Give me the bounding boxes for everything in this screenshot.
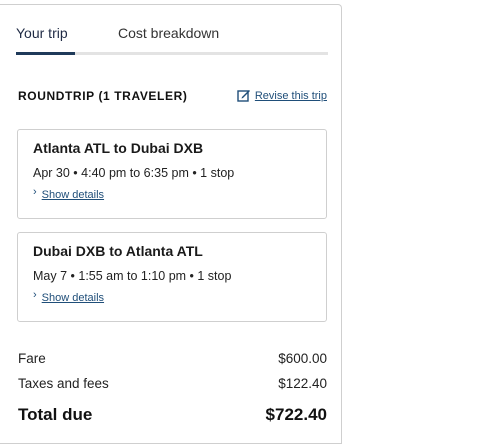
tab-cost-breakdown[interactable]: Cost breakdown: [118, 25, 219, 41]
chevron-right-icon: ›: [33, 186, 37, 198]
flight-card-return: Dubai DXB to Atlanta ATL May 7 • 1:55 am…: [17, 232, 327, 322]
trip-heading-row: ROUNDTRIP (1 TRAVELER) Revise this trip: [18, 87, 328, 107]
show-details-label: Show details: [41, 292, 105, 304]
show-details-label: Show details: [41, 189, 105, 201]
flight-route-title: Atlanta ATL to Dubai DXB: [33, 140, 204, 156]
flight-route-title: Dubai DXB to Atlanta ATL: [33, 243, 203, 259]
show-details-link[interactable]: › Show details: [33, 186, 105, 201]
trip-type-heading: ROUNDTRIP (1 TRAVELER): [18, 89, 188, 103]
edit-icon: [237, 90, 250, 102]
flight-card-outbound: Atlanta ATL to Dubai DXB Apr 30 • 4:40 p…: [17, 129, 327, 219]
revise-trip-link[interactable]: Revise this trip: [237, 88, 327, 102]
total-label: Total due: [18, 405, 93, 424]
flight-schedule-summary: Apr 30 • 4:40 pm to 6:35 pm • 1 stop: [33, 166, 235, 180]
fare-label: Fare: [18, 351, 46, 366]
flight-schedule-summary: May 7 • 1:55 am to 1:10 pm • 1 stop: [33, 269, 232, 283]
taxes-value: $122.40: [278, 376, 327, 391]
show-details-link[interactable]: › Show details: [33, 289, 105, 304]
fare-row: Fare $600.00: [18, 351, 327, 371]
revise-trip-label: Revise this trip: [254, 90, 327, 102]
chevron-right-icon: ›: [33, 289, 37, 301]
taxes-row: Taxes and fees $122.40: [18, 376, 327, 396]
tab-bar: Your trip Cost breakdown: [16, 23, 328, 55]
total-row: Total due $722.40: [18, 405, 327, 425]
taxes-label: Taxes and fees: [18, 376, 109, 391]
fare-value: $600.00: [278, 351, 327, 366]
trip-summary-panel: Your trip Cost breakdown ROUNDTRIP (1 TR…: [0, 4, 342, 444]
tab-your-trip[interactable]: Your trip: [16, 25, 68, 41]
active-tab-indicator: [16, 52, 75, 55]
total-value: $722.40: [265, 405, 327, 424]
